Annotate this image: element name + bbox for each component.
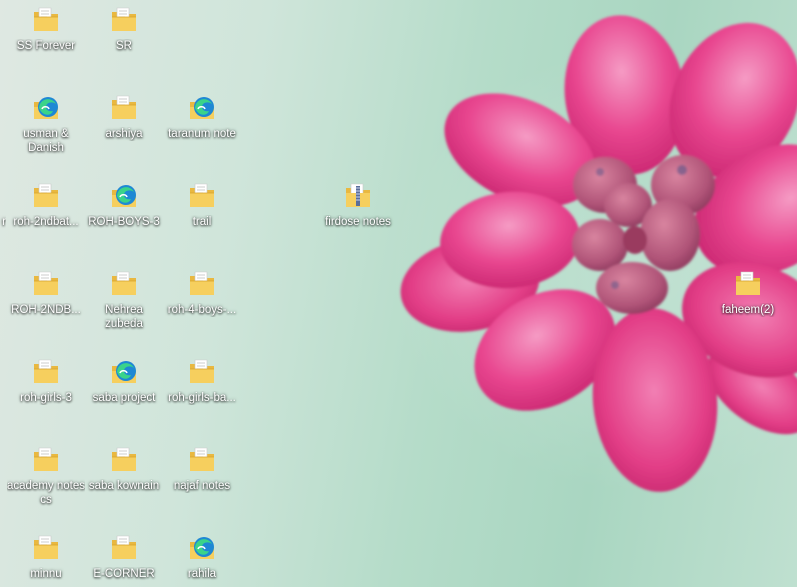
- icon-label: academy notes cs: [7, 480, 85, 506]
- desktop-icon-firdose-notes[interactable]: firdose notes: [318, 178, 398, 260]
- desktop-icon-roh-2ndbat[interactable]: roh-2ndbat...: [6, 178, 86, 260]
- icon-label: SR: [116, 40, 132, 52]
- desktop-icon-nehrea-zubeda[interactable]: Nehrea zubeda: [84, 266, 164, 348]
- folder-icon: [186, 356, 218, 388]
- desktop-icon-roh-girls-ba[interactable]: roh-girls-ba...: [162, 354, 242, 436]
- desktop-icon-sr[interactable]: SR: [84, 2, 164, 84]
- desktop-icon-roh-2ndb[interactable]: ROH-2NDB...: [6, 266, 86, 348]
- icon-label: Nehrea zubeda: [105, 304, 143, 330]
- icon-label: ROH-BOYS-3: [88, 216, 160, 228]
- icon-label: roh-girls-ba...: [168, 392, 236, 404]
- icon-label: faheem(2): [721, 304, 775, 316]
- icon-label: usman & Danish: [23, 128, 69, 154]
- folder-icon: [30, 444, 62, 476]
- desktop-icon-academy-notes-cs[interactable]: academy notes cs: [6, 442, 86, 524]
- folder-icon: [108, 4, 140, 36]
- folder-icon: [30, 268, 62, 300]
- desktop-icon-roh-boys-3[interactable]: ROH-BOYS-3: [84, 178, 164, 260]
- icon-label: rahila: [187, 568, 217, 580]
- desktop-icon-saba-project[interactable]: saba project: [84, 354, 164, 436]
- icon-label: roh-girls-3: [20, 392, 72, 404]
- folder-icon: [30, 532, 62, 564]
- zip-folder-icon: [342, 180, 374, 212]
- icon-label: roh-2ndbat...: [13, 216, 79, 228]
- edge-icon: [186, 92, 218, 124]
- desktop-icon-minnu[interactable]: minnu: [6, 530, 86, 587]
- desktop-icon-roh-4-boys[interactable]: roh-4-boys-...: [162, 266, 242, 348]
- desktop-icon-rahila[interactable]: rahila: [162, 530, 242, 587]
- desktop[interactable]: SS Forever SR usman & Danish arshiya tar…: [0, 0, 797, 587]
- folder-icon: [108, 532, 140, 564]
- icon-label: firdose notes: [325, 216, 391, 228]
- icon-label: najaf notes: [173, 480, 231, 492]
- icon-label: roh-4-boys-...: [167, 304, 237, 316]
- icon-label: SS Forever: [16, 40, 76, 52]
- folder-icon: [30, 4, 62, 36]
- icon-label: taranum note: [168, 128, 236, 140]
- edge-icon: [30, 92, 62, 124]
- icon-label: arshiya: [105, 128, 143, 140]
- folder-icon: [732, 268, 764, 300]
- desktop-icon-trail[interactable]: trail: [162, 178, 242, 260]
- desktop-icon-ss-forever[interactable]: SS Forever: [6, 2, 86, 84]
- folder-icon: [108, 444, 140, 476]
- icon-label: E-CORNER: [93, 568, 155, 580]
- folder-icon: [186, 180, 218, 212]
- icon-label: minnu: [30, 568, 62, 580]
- desktop-icon-e-corner[interactable]: E-CORNER: [84, 530, 164, 587]
- icon-label: trail: [192, 216, 212, 228]
- desktop-icon-arshiya[interactable]: arshiya: [84, 90, 164, 172]
- folder-icon: [30, 180, 62, 212]
- desktop-icon-roh-girls-3[interactable]: roh-girls-3: [6, 354, 86, 436]
- icon-label: ROH-2NDB...: [11, 304, 81, 316]
- icon-label: saba project: [92, 392, 156, 404]
- folder-icon: [108, 268, 140, 300]
- desktop-icon-faheem-2[interactable]: faheem(2): [708, 266, 788, 348]
- desktop-icon-taranum-note[interactable]: taranum note: [162, 90, 242, 172]
- folder-icon: [30, 356, 62, 388]
- edge-icon: [108, 356, 140, 388]
- folder-icon: [108, 92, 140, 124]
- folder-icon: [186, 444, 218, 476]
- desktop-icon-usman-danish[interactable]: usman & Danish: [6, 90, 86, 172]
- edge-icon: [108, 180, 140, 212]
- desktop-icon-saba-kownain[interactable]: saba kownain: [84, 442, 164, 524]
- edge-icon: [186, 532, 218, 564]
- icon-label: saba kownain: [88, 480, 160, 492]
- folder-icon: [186, 268, 218, 300]
- desktop-icon-najaf-notes[interactable]: najaf notes: [162, 442, 242, 524]
